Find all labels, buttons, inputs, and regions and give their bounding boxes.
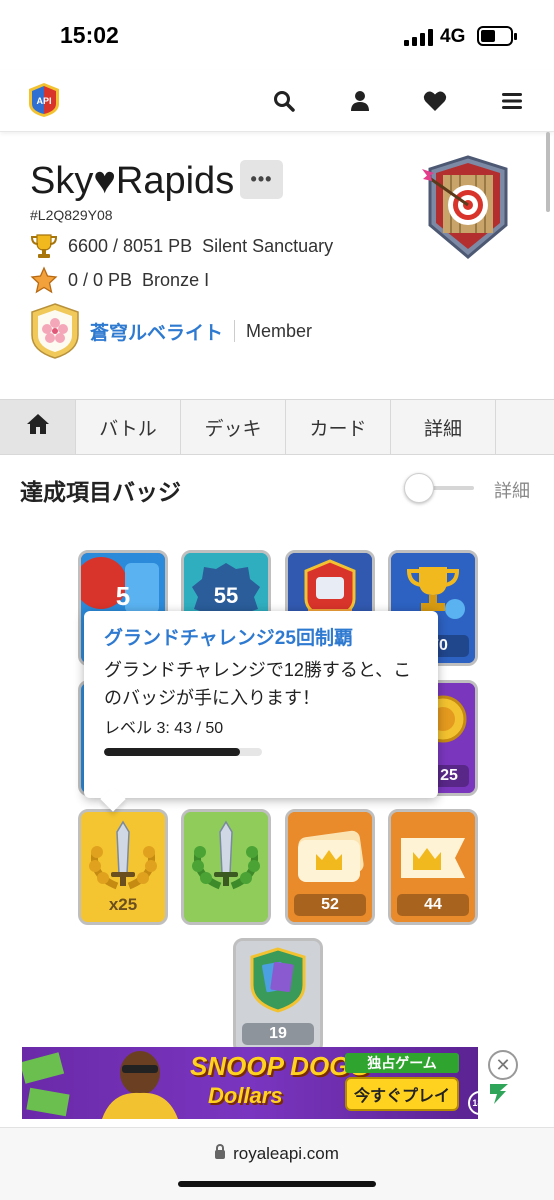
network-type: 4G [440, 26, 466, 47]
badge-crowns-1[interactable]: 52 [285, 809, 375, 925]
badge-classic-challenge[interactable] [181, 809, 271, 925]
clan-badge-icon[interactable] [30, 303, 80, 359]
ad-age-rating: 18+ [468, 1091, 478, 1115]
badge-count: 19 [242, 1023, 314, 1045]
details-toggle[interactable] [404, 473, 474, 503]
tooltip-description: グランドチャレンジで12勝すると、このバッジが手に入ります！ [104, 660, 412, 708]
royaleapi-logo-icon[interactable]: API [26, 82, 62, 118]
arena-target-icon [418, 155, 518, 261]
ad-close-icon[interactable]: ✕ [488, 1050, 518, 1080]
badge-count: 52 [294, 894, 366, 916]
browser-address-bar[interactable]: royaleapi.com [0, 1127, 554, 1200]
badge-card-collection[interactable]: 19 [233, 938, 323, 1054]
top-navbar: API [0, 70, 554, 132]
status-time: 15:02 [60, 22, 119, 48]
more-options-button[interactable]: ••• [240, 160, 283, 199]
star-league-icon [30, 266, 58, 294]
tooltip-title[interactable]: グランドチャレンジ25回制覇 [104, 625, 418, 652]
url-display[interactable]: royaleapi.com [0, 1144, 554, 1164]
ad-subtitle: Dollars [208, 1083, 283, 1108]
toggle-knob[interactable] [404, 473, 434, 503]
trophy-count: 6600 / 8051 PB [68, 235, 193, 256]
home-icon [26, 413, 50, 441]
page-scrollbar[interactable] [546, 132, 550, 212]
status-bar: 15:02 4G [0, 0, 554, 70]
player-name: Sky♥Rapids [30, 160, 235, 202]
details-toggle-label: 詳細 [494, 481, 530, 501]
svg-text:API: API [36, 96, 51, 106]
badge-count: 5 [115, 580, 131, 611]
profile-tabs: バトル デッキ カード 詳細 [0, 399, 554, 455]
ad-tag: 独占ゲーム [345, 1053, 459, 1073]
arena-name: Silent Sanctuary [202, 235, 334, 256]
battery-icon [477, 26, 517, 46]
trophy-row: 6600 / 8051 PB Silent Sanctuary [30, 232, 333, 260]
ad-choices-icon[interactable] [486, 1082, 510, 1106]
trophy-icon [30, 232, 58, 260]
clan-role: Member [246, 320, 313, 341]
path-of-legends-row: 0 / 0 PB Bronze I [30, 266, 209, 294]
badge-tooltip: グランドチャレンジ25回制覇 グランドチャレンジで12勝すると、このバッジが手に… [84, 611, 438, 798]
league-name: Bronze I [142, 269, 210, 290]
advertisement-banner[interactable]: SNOOP DOGG Dollars 独占ゲーム 今すぐプレイ 18+ [22, 1047, 478, 1119]
heart-icon[interactable] [422, 88, 448, 114]
ad-character-image [22, 1051, 178, 1119]
achievement-badges-title: 達成項目バッジ [20, 479, 181, 505]
badge-count: x25 [108, 895, 138, 914]
user-icon[interactable] [347, 88, 373, 114]
tooltip-progress-bar [104, 748, 262, 756]
tab-home[interactable] [0, 400, 76, 454]
player-tag: #L2Q829Y08 [30, 207, 113, 223]
tab-decks[interactable]: デッキ [181, 400, 286, 454]
badge-grand-challenge[interactable]: x25 [78, 809, 168, 925]
tab-battles[interactable]: バトル [76, 400, 181, 454]
clan-name-link[interactable]: 蒼穹ルベライト [90, 318, 223, 345]
clan-row: 蒼穹ルベライト Member [30, 303, 312, 359]
lock-icon [215, 1144, 226, 1159]
badge-count: 55 [213, 583, 239, 608]
tooltip-level: レベル 3: 43 / 50 [104, 720, 224, 737]
signal-icon [404, 28, 434, 46]
tab-cards[interactable]: カード [286, 400, 391, 454]
ad-play-button[interactable]: 今すぐプレイ [345, 1077, 459, 1111]
home-indicator[interactable] [178, 1181, 376, 1187]
search-icon[interactable] [271, 88, 297, 114]
url-text: royaleapi.com [233, 1144, 339, 1163]
tab-details[interactable]: 詳細 [391, 400, 496, 454]
clan-separator [234, 320, 236, 342]
path-of-legends-count: 0 / 0 PB [68, 269, 133, 290]
badge-count: 44 [397, 894, 469, 916]
tooltip-progress-fill [104, 748, 240, 756]
badge-crowns-2[interactable]: 44 [388, 809, 478, 925]
ad-title: SNOOP DOGG [190, 1051, 370, 1081]
menu-icon[interactable] [499, 88, 525, 114]
badge-count [190, 894, 262, 916]
